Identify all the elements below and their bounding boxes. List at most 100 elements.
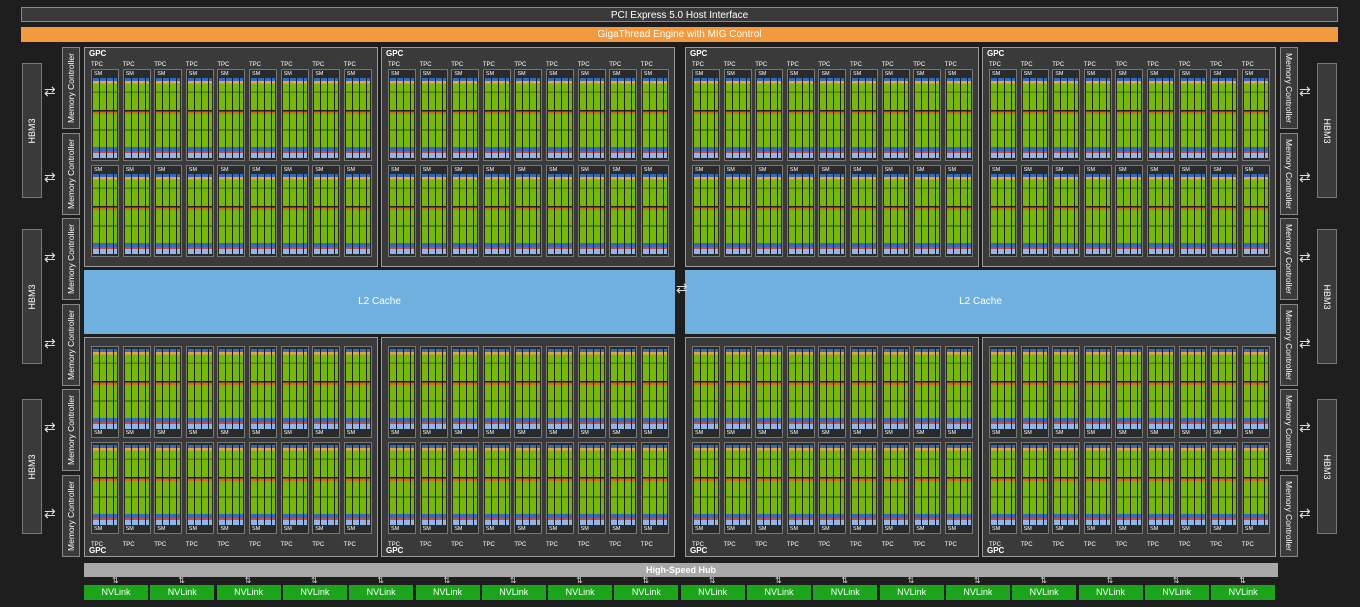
nvlink-arrow-icon: ⇅ — [973, 576, 981, 585]
tpc-label: TPC — [850, 542, 862, 548]
sm-label: SM — [391, 526, 400, 532]
sm-label: SM — [1118, 71, 1127, 77]
sm-label: SM — [947, 430, 957, 436]
sm-unit: SM — [577, 165, 606, 257]
sm-cores — [219, 174, 244, 254]
sm-cores — [484, 445, 509, 525]
sm-unit: SM — [577, 442, 606, 534]
tpc-label: TPC — [249, 542, 261, 548]
sm-cores — [788, 445, 813, 525]
sm-label: SM — [422, 526, 431, 532]
sm-label: SM — [789, 167, 799, 173]
tpc-label: TPC — [91, 62, 103, 68]
tpc-label: TPC — [1241, 62, 1254, 68]
sm-label: SM — [695, 526, 704, 532]
sm-unit: SM — [122, 346, 151, 438]
tpc-unit: TPC SM SM — [1082, 344, 1112, 548]
sm-cores — [1243, 445, 1268, 525]
tpc-unit: TPC SM SM — [342, 60, 372, 260]
sm-label: SM — [283, 526, 292, 532]
sm-label: SM — [94, 71, 103, 77]
tpc-label: TPC — [723, 62, 736, 68]
sm-cores — [453, 78, 478, 158]
tpc-label: TPC — [388, 542, 400, 548]
sm-unit: SM — [419, 442, 448, 534]
sm-label: SM — [821, 167, 830, 173]
sm-cores — [1149, 174, 1173, 254]
tpc-label: TPC — [609, 62, 622, 68]
gpc-label: GPC — [386, 49, 404, 58]
nvlink-port: NVLink — [84, 585, 148, 600]
sm-unit: SM — [609, 69, 638, 161]
sm-label: SM — [549, 71, 558, 77]
sm-unit: SM — [1241, 346, 1270, 438]
sm-label: SM — [517, 526, 526, 532]
tpc-unit: TPC SM SM — [1050, 344, 1081, 548]
sm-cores — [611, 445, 636, 525]
tpc-label: TPC — [122, 62, 135, 68]
tpc-label: TPC — [514, 542, 527, 548]
tpc-label: TPC — [881, 542, 894, 548]
sm-unit: SM — [1178, 442, 1207, 534]
gpc-block: GPC TPC SM SM TPC SM SM TPC SM SM TPC SM SM TPC SM SM TP… — [381, 47, 675, 267]
sm-label: SM — [612, 71, 621, 77]
sm-cores — [788, 174, 813, 254]
tpc-unit: TPC SM SM — [1208, 344, 1239, 548]
l2-cache-left: L2 Cache — [84, 270, 675, 334]
sm-label: SM — [947, 526, 957, 532]
sm-unit: SM — [989, 442, 1017, 534]
tpc-unit: TPC SM SM — [1145, 344, 1175, 548]
sm-unit: SM — [185, 442, 214, 534]
nvlink-arrow-icon: ⇅ — [907, 576, 915, 585]
gpc-block: GPC TPC SM SM TPC SM SM TPC SM SM TPC SM SM TPC SM SM TP… — [84, 337, 378, 557]
tpc-label: TPC — [185, 62, 198, 68]
memory-controller-right: Memory Controller — [1280, 132, 1298, 215]
tpc-label: TPC — [1083, 62, 1096, 68]
sm-unit: SM — [91, 69, 119, 161]
nvlink-arrow-icon: ⇅ — [1172, 576, 1180, 585]
tpc-label: TPC — [1147, 62, 1159, 68]
sm-label: SM — [726, 526, 735, 532]
sm-unit: SM — [989, 165, 1017, 257]
sm-cores — [946, 174, 971, 254]
sm-cores — [314, 445, 339, 525]
sm-label: SM — [252, 167, 261, 173]
sm-cores — [516, 174, 541, 254]
sm-unit: SM — [1052, 69, 1081, 161]
nvlink-arrow-icon: ⇅ — [1106, 576, 1114, 585]
tpc-label: TPC — [989, 542, 1001, 548]
memory-controller-label: Memory Controller — [1284, 480, 1294, 551]
tpc-unit: TPC SM SM — [943, 344, 973, 548]
sm-cores — [915, 445, 940, 525]
nvlink-arrow-icon: ⇅ — [112, 576, 119, 585]
tpc-unit: TPC SM SM — [418, 60, 448, 260]
sm-cores — [124, 445, 149, 525]
tpc-unit: TPC SM SM — [449, 60, 480, 260]
sm-label: SM — [252, 526, 261, 532]
sm-cores — [314, 78, 339, 158]
sm-cores — [1212, 174, 1237, 254]
sm-unit: SM — [343, 165, 372, 257]
nvlink-arrow-icon: ⇅ — [775, 576, 782, 585]
sm-unit: SM — [249, 346, 277, 438]
sm-cores — [187, 445, 212, 525]
sm-cores — [548, 174, 572, 254]
tpc-unit: TPC SM SM — [607, 60, 638, 260]
sm-cores — [282, 349, 307, 429]
sm-cores — [251, 445, 275, 525]
sm-unit: SM — [217, 69, 246, 161]
sm-cores — [820, 78, 845, 158]
sm-unit: SM — [913, 442, 942, 534]
sm-unit: SM — [1178, 346, 1207, 438]
sm-unit: SM — [514, 165, 543, 257]
sm-unit: SM — [818, 69, 847, 161]
sm-cores — [725, 445, 750, 525]
sm-cores — [251, 174, 275, 254]
sm-label: SM — [758, 430, 767, 436]
link-arrow-icon: ⇄ — [44, 335, 56, 351]
tpc-label: TPC — [1115, 542, 1128, 548]
sm-label: SM — [884, 71, 893, 77]
tpc-unit: TPC SM SM — [576, 344, 606, 548]
sm-cores — [883, 174, 908, 254]
nvlink-arrow-icon: ⇅ — [1040, 576, 1047, 585]
